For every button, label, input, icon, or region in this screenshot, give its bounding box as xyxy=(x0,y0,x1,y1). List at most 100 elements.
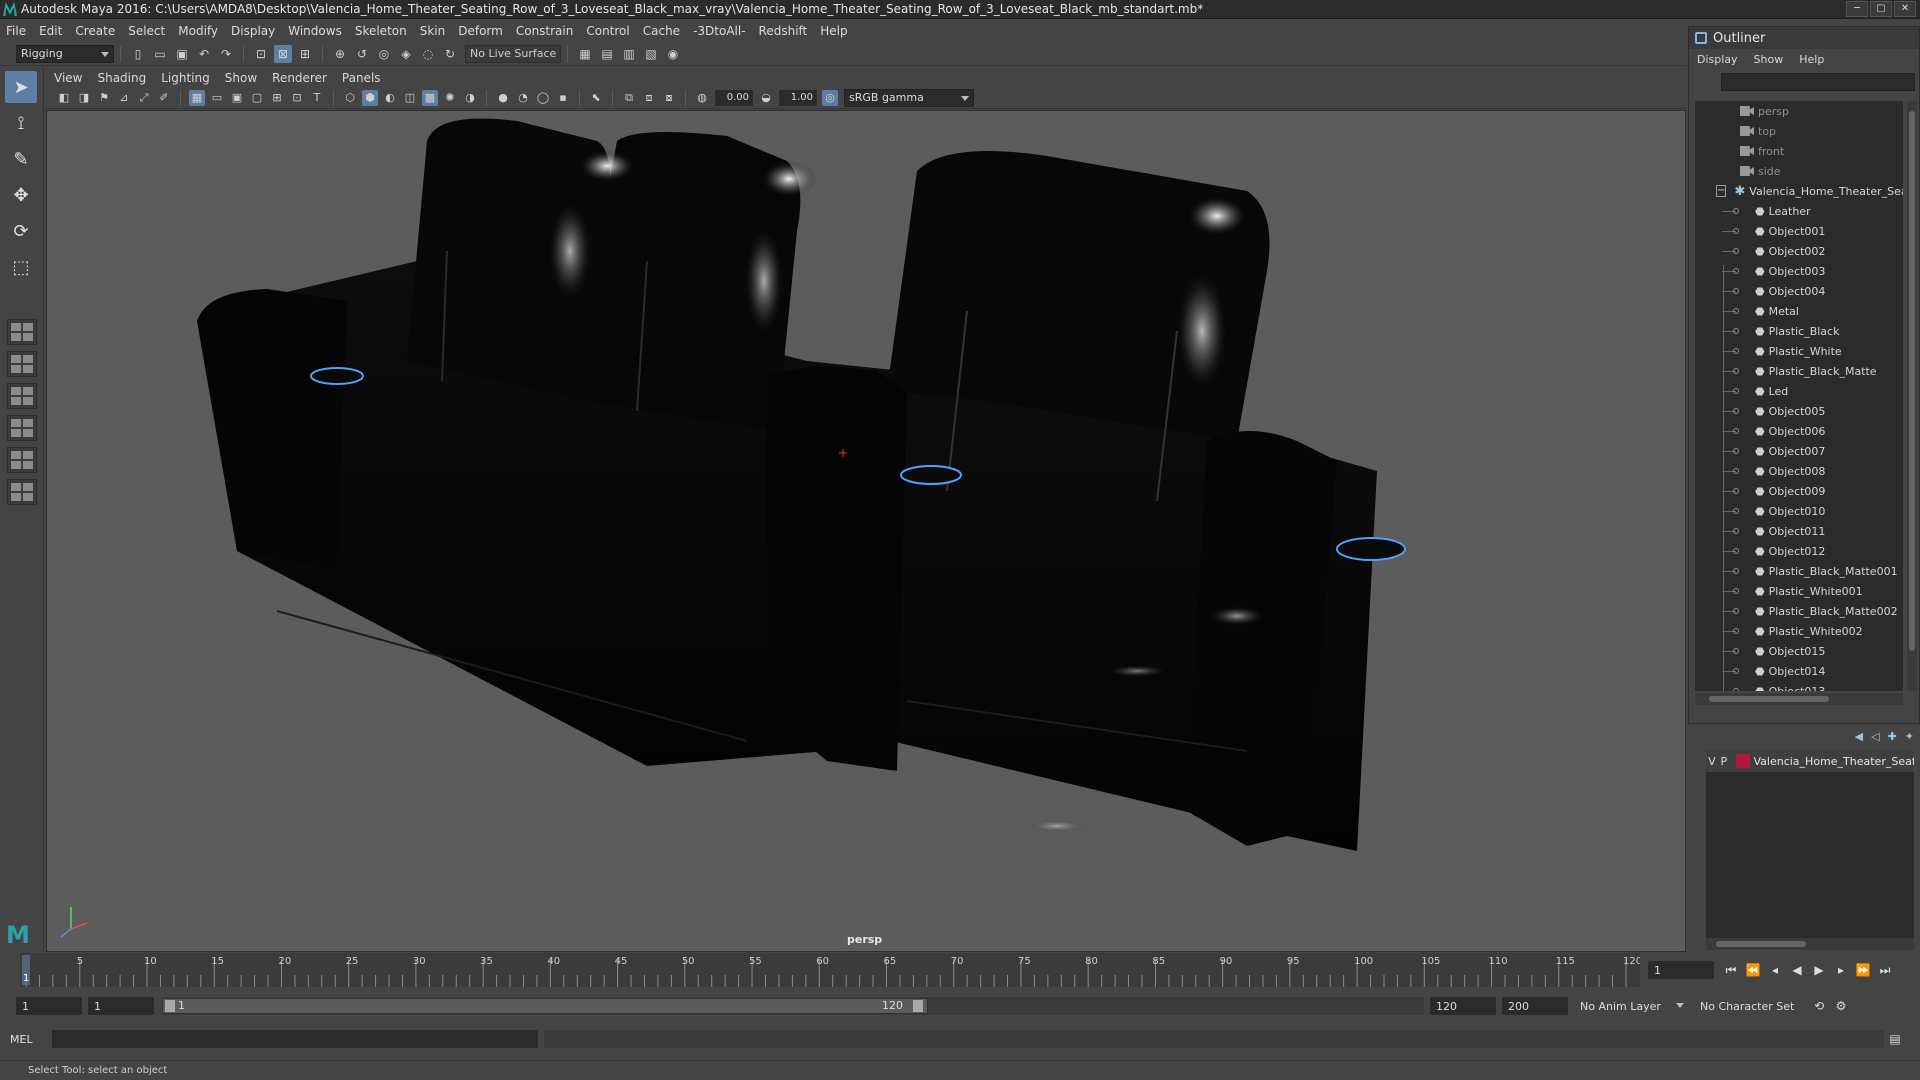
character-set-dropdown[interactable]: No Character Set xyxy=(1696,997,1808,1015)
image-plane-icon[interactable]: ⊿ xyxy=(116,90,132,106)
menu-control[interactable]: Control xyxy=(586,24,629,38)
move-layer-up-icon[interactable]: ◀ xyxy=(1855,730,1863,743)
menu-redshift[interactable]: Redshift xyxy=(759,24,808,38)
select-camera-icon[interactable]: ◧ xyxy=(56,90,72,106)
render-settings-icon[interactable]: ▦ xyxy=(576,45,594,63)
outliner-vertical-scrollbar[interactable] xyxy=(1907,101,1917,691)
go-to-start-icon[interactable]: ⏮ xyxy=(1720,963,1742,978)
xray-active-icon[interactable]: ⧈ xyxy=(641,90,657,106)
step-forward-frame-icon[interactable]: ▸ xyxy=(1830,963,1852,977)
menu-3dtoall[interactable]: -3DtoAll- xyxy=(693,24,745,38)
color-management-icon[interactable]: ◎ xyxy=(822,89,838,106)
snap-curve-icon[interactable]: ↺ xyxy=(353,45,371,63)
xray-icon[interactable]: ⧉ xyxy=(621,90,637,106)
view-transform-dropdown[interactable]: sRGB gamma xyxy=(844,88,974,107)
make-live-icon[interactable]: ↻ xyxy=(441,45,459,63)
snap-live-icon[interactable]: ◌ xyxy=(419,45,437,63)
snap-point-icon[interactable]: ◎ xyxy=(375,45,393,63)
outliner-item-child[interactable]: ⬣ Object006 xyxy=(1695,421,1903,441)
range-slider[interactable]: 1 120 xyxy=(162,997,1424,1015)
outliner-item-child[interactable]: ⬣ Object014 xyxy=(1695,661,1903,681)
menu-select[interactable]: Select xyxy=(128,24,165,38)
side-by-side-layout-button[interactable] xyxy=(7,383,37,409)
snap-grid-icon[interactable]: ⊕ xyxy=(331,45,349,63)
menuset-dropdown[interactable]: Rigging xyxy=(16,44,114,63)
outliner-item-front[interactable]: front xyxy=(1695,141,1903,161)
time-slider[interactable]: 5 10 15 20 25 30 35 40 45 50 55 60 65 70 75 80 85 90 95 100… xyxy=(0,953,1920,991)
panel-menu-show[interactable]: Show xyxy=(225,71,257,85)
layer-visibility-toggle[interactable]: V xyxy=(1706,755,1718,768)
field-chart-icon[interactable]: ⊞ xyxy=(269,90,285,106)
menu-display[interactable]: Display xyxy=(231,24,275,38)
layer-playback-toggle[interactable]: P xyxy=(1718,755,1730,768)
grease-pencil-icon[interactable]: ✐ xyxy=(156,90,172,106)
menu-edit[interactable]: Edit xyxy=(39,24,62,38)
outliner-item-top[interactable]: top xyxy=(1695,121,1903,141)
menu-modify[interactable]: Modify xyxy=(178,24,218,38)
select-component-icon[interactable]: ⊞ xyxy=(296,45,314,63)
current-frame-field[interactable]: 1 xyxy=(1648,961,1714,979)
step-back-frame-icon[interactable]: ◂ xyxy=(1764,963,1786,977)
panel-menu-view[interactable]: View xyxy=(54,71,82,85)
outliner-item-persp[interactable]: persp xyxy=(1695,101,1903,121)
anim-layer-dropdown[interactable]: No Anim Layer xyxy=(1576,997,1688,1015)
step-back-key-icon[interactable]: ⏪ xyxy=(1742,963,1764,977)
outliner-search-field[interactable] xyxy=(1721,73,1915,91)
wireframe-icon[interactable]: ⬡ xyxy=(342,90,358,106)
single-pane-layout-button[interactable] xyxy=(7,319,37,345)
shadows-icon[interactable]: ◑ xyxy=(462,90,478,106)
range-start-handle[interactable] xyxy=(165,1000,175,1012)
rotate-tool-icon[interactable]: ⟳ xyxy=(5,215,37,247)
anim-end-field[interactable]: 200 xyxy=(1502,997,1568,1015)
open-scene-icon[interactable]: ▭ xyxy=(151,45,169,63)
scroll-thumb[interactable] xyxy=(1909,111,1915,651)
graph-persp-layout-button[interactable] xyxy=(7,447,37,473)
scale-tool-icon[interactable]: ⬚ xyxy=(5,251,37,283)
film-gate-icon[interactable]: ▭ xyxy=(209,90,225,106)
new-layer-icon[interactable]: ✚ xyxy=(1888,730,1897,743)
hypershade-persp-layout-button[interactable] xyxy=(7,479,37,505)
two-d-pan-zoom-icon[interactable]: ⤢ xyxy=(136,90,152,106)
menu-windows[interactable]: Windows xyxy=(288,24,342,38)
scene-canvas[interactable] xyxy=(47,111,1686,952)
command-language-label[interactable]: MEL xyxy=(0,1033,46,1046)
layer-horizontal-scrollbar[interactable] xyxy=(1706,938,1914,950)
scroll-thumb[interactable] xyxy=(1709,696,1829,702)
outliner-menu-show[interactable]: Show xyxy=(1754,53,1784,66)
new-layer-selected-icon[interactable]: ✦ xyxy=(1905,730,1914,743)
outliner-item-child[interactable]: ⬣ Plastic_Black_Matte001 xyxy=(1695,561,1903,581)
menu-deform[interactable]: Deform xyxy=(458,24,503,38)
panel-menu-lighting[interactable]: Lighting xyxy=(161,71,210,85)
bounding-box-icon[interactable]: ◫ xyxy=(402,90,418,106)
menu-skin[interactable]: Skin xyxy=(420,24,446,38)
menu-file[interactable]: File xyxy=(6,24,26,38)
perspective-viewport[interactable]: persp xyxy=(46,110,1686,952)
play-backwards-icon[interactable]: ◀ xyxy=(1786,963,1808,977)
screen-space-ao-icon[interactable]: ● xyxy=(495,90,511,106)
camera-attributes-icon[interactable]: ◨ xyxy=(76,90,92,106)
step-forward-key-icon[interactable]: ⏩ xyxy=(1852,963,1874,977)
outliner-item-child[interactable]: ⬣ Led xyxy=(1695,381,1903,401)
select-object-icon[interactable]: ⊠ xyxy=(274,44,292,63)
outliner-item-child[interactable]: ⬣ Object013 xyxy=(1695,681,1903,691)
gamma-field[interactable]: 1.00 xyxy=(779,89,817,106)
anim-start-field[interactable]: 1 xyxy=(16,997,82,1015)
go-to-end-icon[interactable]: ⏭ xyxy=(1874,963,1896,978)
menu-cache[interactable]: Cache xyxy=(643,24,680,38)
outliner-item-child[interactable]: ⬣ Plastic_Black_Matte002 xyxy=(1695,601,1903,621)
paint-select-tool-icon[interactable]: ✎ xyxy=(5,143,37,175)
menu-constrain[interactable]: Constrain xyxy=(516,24,574,38)
sofa-model[interactable] xyxy=(197,118,1406,852)
lasso-tool-icon[interactable]: ⟟ xyxy=(5,107,37,139)
outliner-item-child[interactable]: ⬣ Object012 xyxy=(1695,541,1903,561)
play-forwards-icon[interactable]: ▶ xyxy=(1808,963,1830,977)
outliner-item-child[interactable]: ⬣ Object007 xyxy=(1695,441,1903,461)
menu-help[interactable]: Help xyxy=(820,24,847,38)
outliner-item-child[interactable]: ⬣ Object009 xyxy=(1695,481,1903,501)
outliner-item-child[interactable]: ⬣ Object008 xyxy=(1695,461,1903,481)
select-hierarchy-icon[interactable]: ⊡ xyxy=(252,45,270,63)
outliner-item-child[interactable]: ⬣ Plastic_Black_Matte xyxy=(1695,361,1903,381)
command-input[interactable] xyxy=(52,1030,538,1048)
outliner-item-child[interactable]: ⬣ Object005 xyxy=(1695,401,1903,421)
outliner-menu-help[interactable]: Help xyxy=(1799,53,1824,66)
